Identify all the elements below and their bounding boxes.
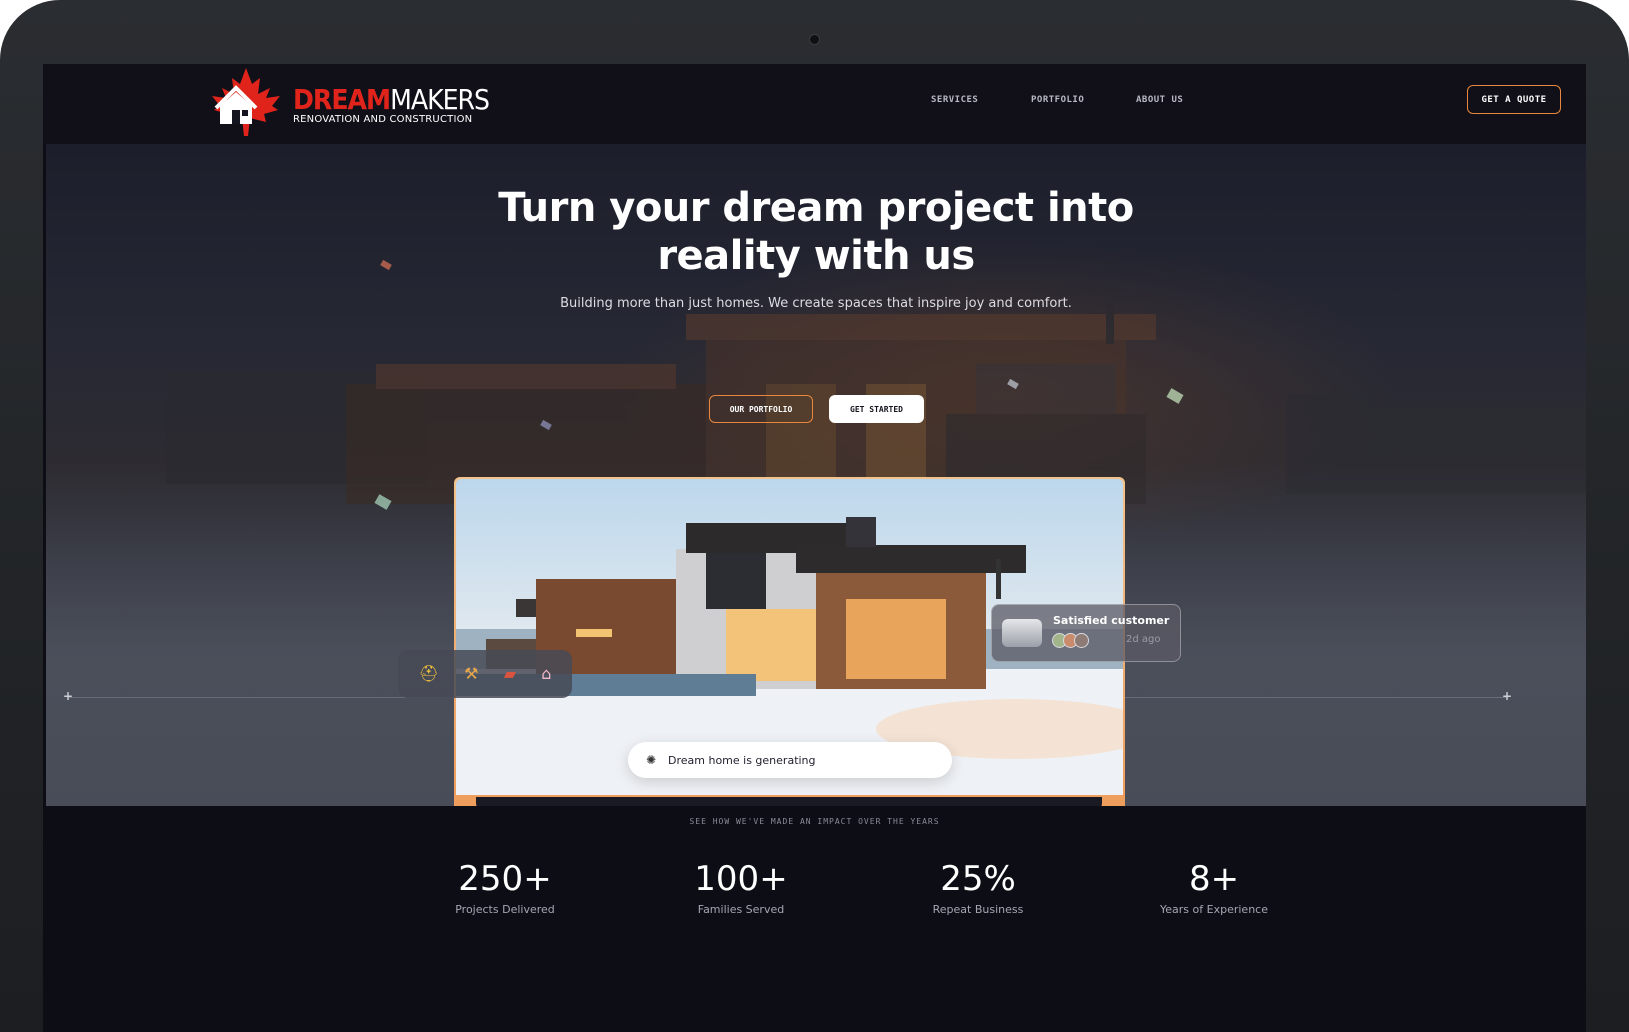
worker-icon[interactable]: ⛑ <box>419 666 439 682</box>
brand-tagline: RENOVATION AND CONSTRUCTION <box>293 114 473 125</box>
hero-title-line1: Turn your dream project into <box>498 185 1134 231</box>
house-icon[interactable]: ⌂ <box>541 666 551 682</box>
nav-link-portfolio[interactable]: PORTFOLIO <box>1031 95 1084 105</box>
tool-palette: ⛑ ⚒ ▰ ⌂ <box>398 650 572 698</box>
maple-leaf-icon <box>212 68 280 136</box>
review-time: 2d ago <box>1126 634 1161 645</box>
our-portfolio-button[interactable]: OUR PORTFOLIO <box>709 395 813 423</box>
stat-value: 25% <box>940 859 1016 899</box>
stat-repeat: 25% Repeat Business <box>888 859 1068 916</box>
stat-value: 250+ <box>458 859 552 899</box>
stat-value: 8+ <box>1188 859 1240 899</box>
loading-spinner-icon: ✺ <box>645 753 657 767</box>
get-quote-button[interactable]: GET A QUOTE <box>1467 85 1561 114</box>
top-nav: DREAMMAKERS RENOVATION AND CONSTRUCTION … <box>43 64 1586 144</box>
camera-icon <box>809 34 820 45</box>
stat-label: Repeat Business <box>932 903 1024 916</box>
get-started-button[interactable]: GET STARTED <box>829 395 924 423</box>
hero-title: Turn your dream project into reality wit… <box>46 184 1586 280</box>
plus-icon: + <box>63 689 74 703</box>
plus-icon: + <box>1502 689 1513 703</box>
hero-subtitle: Building more than just homes. We create… <box>560 296 1072 311</box>
avatar <box>1074 633 1089 648</box>
stat-years: 8+ Years of Experience <box>1124 859 1304 916</box>
nav-link-about[interactable]: ABOUT US <box>1136 95 1183 105</box>
stat-families: 100+ Families Served <box>651 859 831 916</box>
stat-label: Projects Delivered <box>455 903 555 916</box>
review-thumbnail <box>1002 619 1042 647</box>
screen: DREAMMAKERS RENOVATION AND CONSTRUCTION … <box>43 64 1586 1032</box>
background-garage <box>1286 394 1586 494</box>
stat-value: 100+ <box>694 859 788 899</box>
laptop-frame: DREAMMAKERS RENOVATION AND CONSTRUCTION … <box>0 0 1629 1032</box>
hero-title-line2: reality with us <box>657 233 975 279</box>
hero-section: Turn your dream project into reality wit… <box>46 144 1586 806</box>
brand-name: DREAMMAKERS <box>293 83 490 116</box>
brand-logo[interactable]: DREAMMAKERS RENOVATION AND CONSTRUCTION <box>206 66 490 138</box>
generating-status: ✺ Dream home is generating <box>628 742 952 778</box>
stat-label: Families Served <box>697 903 785 916</box>
review-title: Satisfied customer <box>1053 614 1170 627</box>
review-card: Satisfied customer 2d ago <box>991 604 1181 662</box>
nav-link-services[interactable]: SERVICES <box>931 95 978 105</box>
card-base <box>476 797 1102 806</box>
brand-name-part2: MAKERS <box>390 83 490 116</box>
brick-icon[interactable]: ▰ <box>504 666 516 682</box>
brand-name-part1: DREAM <box>293 83 391 116</box>
generating-text: Dream home is generating <box>668 753 816 767</box>
stat-projects: 250+ Projects Delivered <box>415 859 595 916</box>
stat-label: Years of Experience <box>1160 903 1268 916</box>
hammer-icon[interactable]: ⚒ <box>464 666 478 682</box>
stats-subtitle: SEE HOW WE'VE MADE AN IMPACT OVER THE YE… <box>689 817 940 826</box>
